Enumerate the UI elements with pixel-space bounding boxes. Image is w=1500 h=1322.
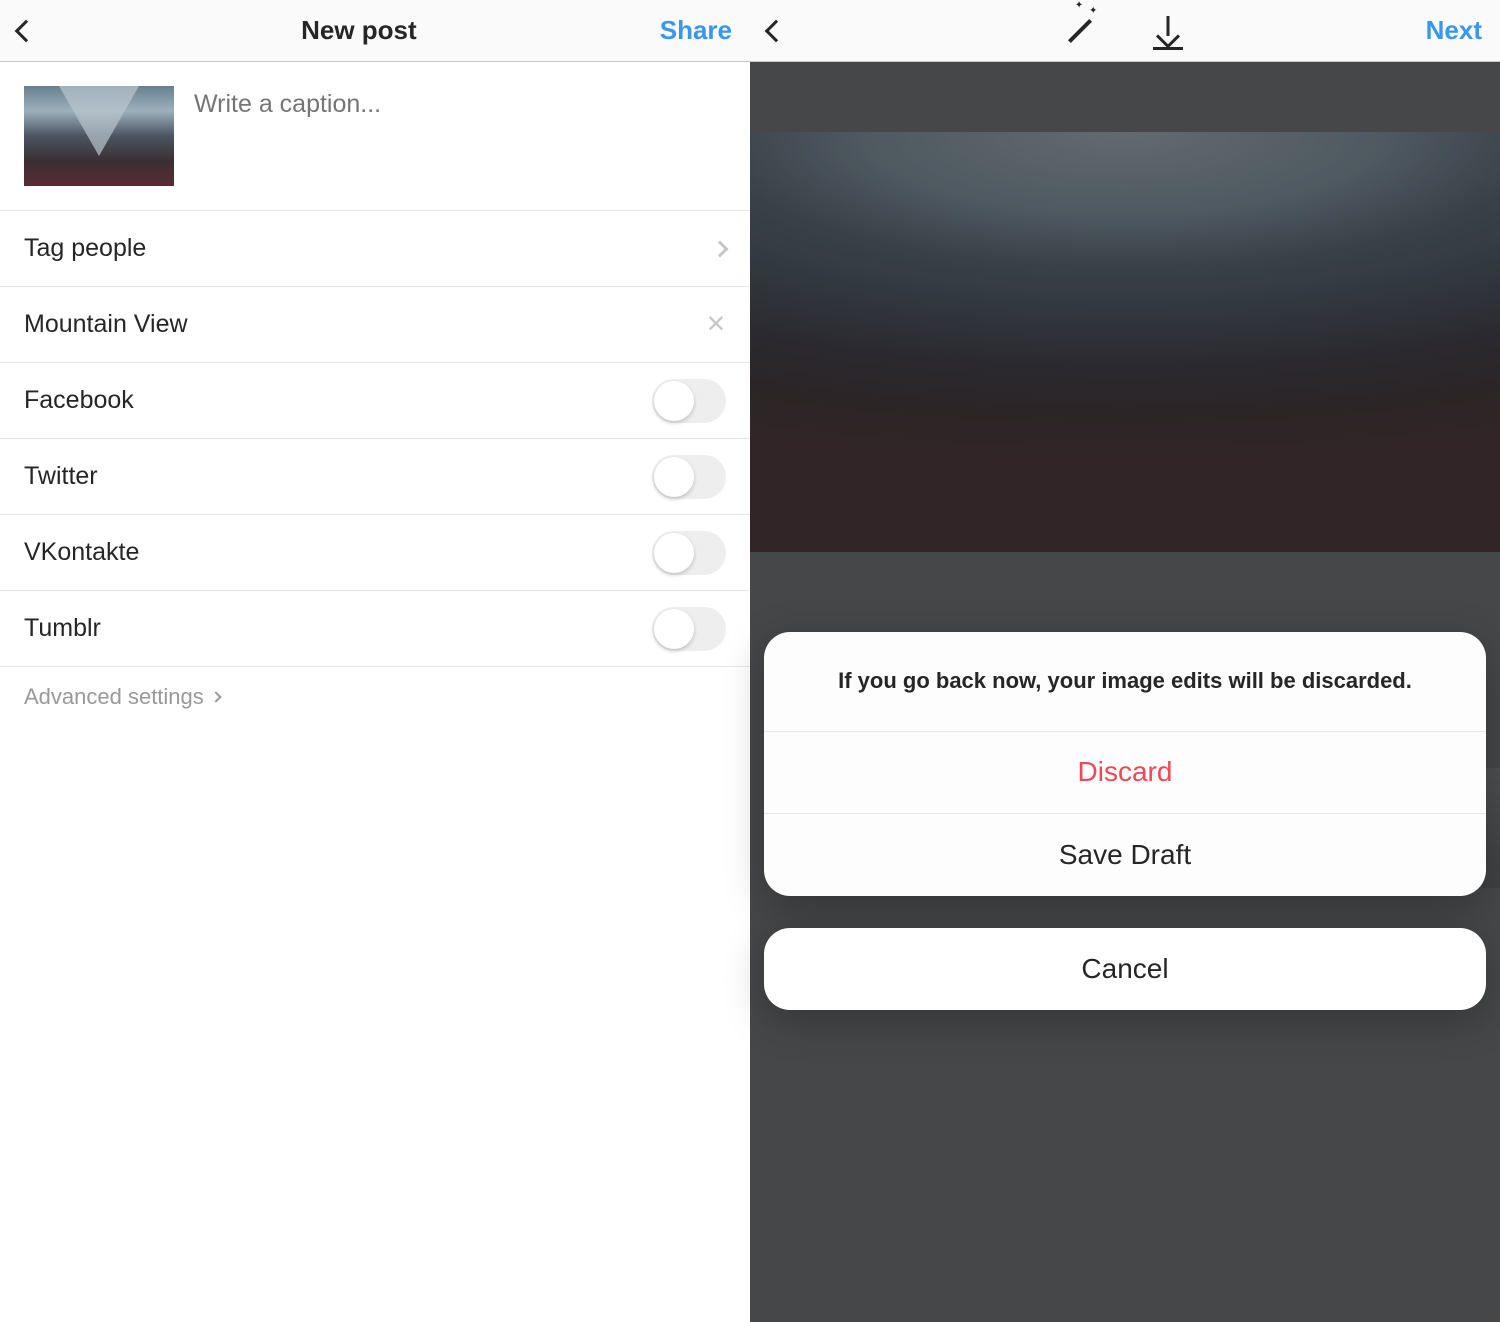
tag-people-row[interactable]: Tag people: [0, 211, 750, 287]
discard-action-sheet: If you go back now, your image edits wil…: [764, 632, 1486, 896]
edit-canvas: M If you go back now, your image edits w…: [750, 62, 1500, 1322]
cancel-button[interactable]: Cancel: [764, 928, 1486, 1010]
right-header: ✦✦ Next: [750, 0, 1500, 62]
caption-input[interactable]: [194, 86, 726, 119]
back-button[interactable]: [18, 23, 58, 39]
settings-list: Tag people Mountain View ✕ Facebook Twit…: [0, 210, 750, 667]
discard-button[interactable]: Discard: [764, 732, 1486, 814]
next-button[interactable]: Next: [1426, 15, 1482, 46]
tumblr-toggle[interactable]: [652, 607, 726, 651]
share-option-label: VKontakte: [24, 538, 139, 567]
location-label: Mountain View: [24, 310, 188, 339]
share-option-label: Facebook: [24, 386, 134, 415]
save-draft-button[interactable]: Save Draft: [764, 814, 1486, 896]
chevron-right-icon: [712, 240, 729, 257]
share-twitter-row: Twitter: [0, 439, 750, 515]
clear-location-icon[interactable]: ✕: [706, 310, 726, 339]
share-facebook-row: Facebook: [0, 363, 750, 439]
edit-toolbar: ✦✦: [1067, 16, 1183, 46]
share-vkontakte-row: VKontakte: [0, 515, 750, 591]
share-tumblr-row: Tumblr: [0, 591, 750, 667]
share-button[interactable]: Share: [660, 15, 732, 46]
left-header: New post Share: [0, 0, 750, 62]
back-button[interactable]: [768, 23, 808, 39]
share-option-label: Twitter: [24, 462, 98, 491]
facebook-toggle[interactable]: [652, 379, 726, 423]
download-icon[interactable]: [1153, 16, 1183, 46]
page-title: New post: [301, 15, 417, 46]
new-post-screen: New post Share Tag people Mountain View …: [0, 0, 750, 1322]
tag-people-label: Tag people: [24, 234, 146, 263]
share-option-label: Tumblr: [24, 614, 101, 643]
vkontakte-toggle[interactable]: [652, 531, 726, 575]
action-sheet-message: If you go back now, your image edits wil…: [764, 632, 1486, 732]
advanced-settings-label: Advanced settings: [24, 684, 204, 710]
edit-screen: ✦✦ Next M If you go back now, your image…: [750, 0, 1500, 1322]
post-thumbnail[interactable]: [24, 86, 174, 186]
caption-row: [0, 62, 750, 210]
chevron-left-icon: [15, 19, 38, 42]
chevron-right-icon: [210, 691, 221, 702]
advanced-settings-row[interactable]: Advanced settings: [0, 667, 750, 727]
chevron-left-icon: [765, 19, 788, 42]
location-row[interactable]: Mountain View ✕: [0, 287, 750, 363]
magic-wand-icon[interactable]: ✦✦: [1062, 12, 1099, 49]
twitter-toggle[interactable]: [652, 455, 726, 499]
